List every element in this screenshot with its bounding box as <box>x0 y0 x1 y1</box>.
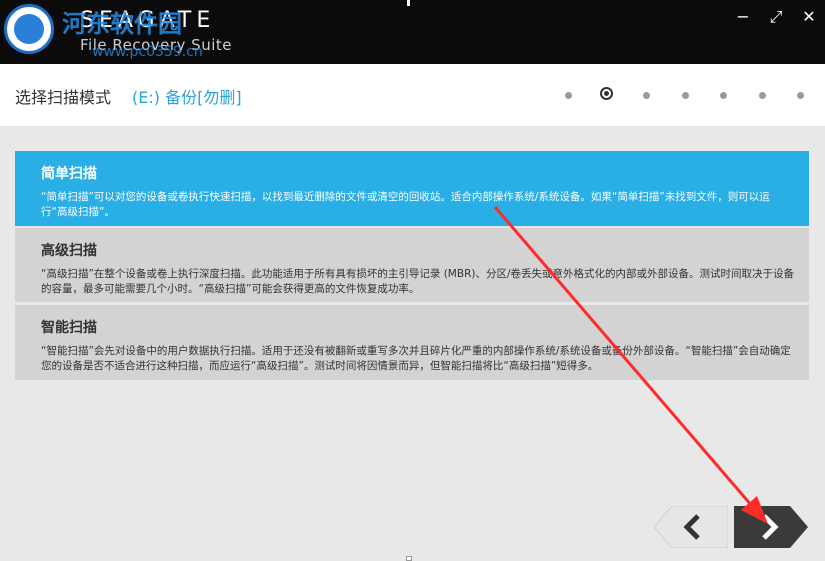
step-indicator-6 <box>759 92 766 99</box>
scan-option-advanced[interactable]: 高级扫描 “高级扫描”在整个设备或卷上执行深度扫描。此功能适用于所有具有损坏的主… <box>15 228 809 302</box>
minimize-icon: − <box>736 7 750 26</box>
chevron-left-icon <box>653 505 729 549</box>
step-indicator-7 <box>797 92 804 99</box>
next-button[interactable] <box>734 506 808 548</box>
option-description: “简单扫描”可以对您的设备或卷执行快速扫描，以找到最近删除的文件或清空的回收站。… <box>41 191 770 218</box>
title-bar: SEAGATE File Recovery Suite 河东软件园 www.pc… <box>0 0 825 64</box>
back-button[interactable] <box>653 505 729 549</box>
step-indicator-2 <box>600 87 613 100</box>
page-title: 选择扫描模式 <box>15 88 112 107</box>
option-description: “智能扫描”会先对设备中的用户数据执行扫描。适用于还没有被翻新或重写多次并且碎片… <box>41 345 791 372</box>
step-indicator-5 <box>720 92 727 99</box>
option-title: 简单扫描 <box>41 166 97 182</box>
minimize-button[interactable]: − <box>729 6 757 28</box>
maximize-button[interactable]: ⤢ <box>762 6 790 28</box>
title-bar-marker <box>407 0 410 6</box>
scan-option-simple[interactable]: 简单扫描 “简单扫描”可以对您的设备或卷执行快速扫描，以找到最近删除的文件或清空… <box>15 151 809 226</box>
step-indicator-4 <box>682 92 689 99</box>
selected-drive-label: (E:) 备份[勿删] <box>132 88 242 107</box>
bottom-marker <box>406 556 412 561</box>
option-description: “高级扫描”在整个设备或卷上执行深度扫描。此功能适用于所有具有损坏的主引导记录 … <box>41 268 795 295</box>
scan-option-smart[interactable]: 智能扫描 “智能扫描”会先对设备中的用户数据执行扫描。适用于还没有被翻新或重写多… <box>15 305 809 380</box>
watermark-url: www.pc0359.cn <box>92 44 203 60</box>
page-header: 选择扫描模式 (E:) 备份[勿删] <box>0 64 825 126</box>
option-title: 智能扫描 <box>41 320 97 336</box>
logo-icon <box>4 4 54 54</box>
chevron-right-icon <box>734 506 808 548</box>
watermark-text: 河东软件园 <box>62 10 182 38</box>
step-indicator-3 <box>643 92 650 99</box>
close-icon: ✕ <box>802 7 816 26</box>
step-indicator-1 <box>565 92 572 99</box>
close-button[interactable]: ✕ <box>795 6 823 28</box>
option-title: 高级扫描 <box>41 243 97 259</box>
maximize-icon: ⤢ <box>769 7 783 26</box>
